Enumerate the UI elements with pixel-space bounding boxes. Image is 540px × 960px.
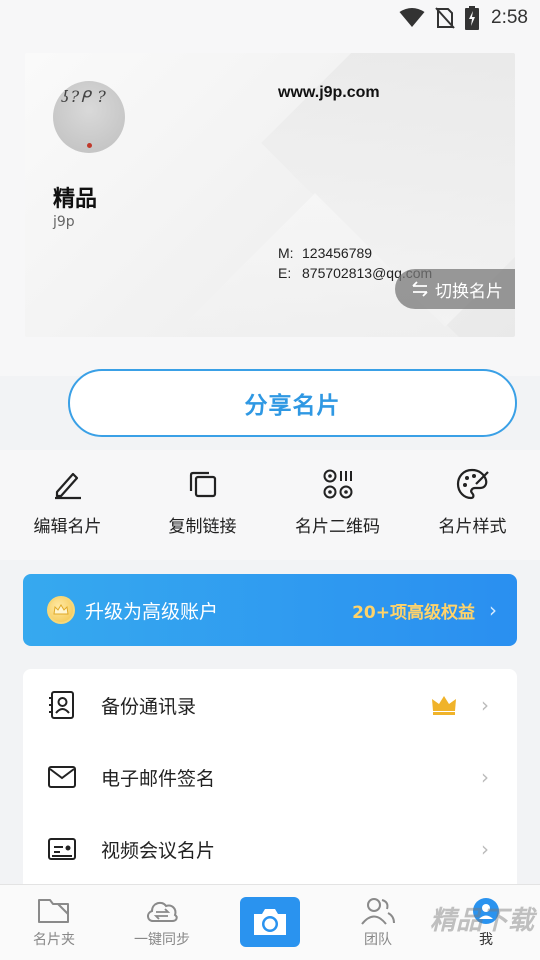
- avatar[interactable]: ʖ?ᑭ ?: [53, 81, 125, 153]
- palette-icon: [456, 468, 489, 500]
- chevron-right-icon: ›: [489, 598, 497, 622]
- tab-card-holder[interactable]: 名片夹: [0, 885, 108, 960]
- qr-code-icon: [323, 469, 352, 499]
- edit-card-action[interactable]: 编辑名片: [0, 462, 135, 552]
- wifi-icon: [399, 8, 425, 27]
- backup-contacts-label: 备份通讯录: [101, 695, 197, 718]
- mail-icon: [48, 766, 76, 788]
- watermark: 精品下载: [429, 906, 534, 936]
- crown-icon: [432, 696, 456, 715]
- upgrade-title: 升级为高级账户: [85, 600, 219, 623]
- edit-card-label: 编辑名片: [33, 517, 102, 537]
- video-card-label: 视频会议名片: [101, 839, 216, 862]
- chevron-right-icon: ›: [481, 765, 489, 789]
- folder-icon: [38, 899, 69, 923]
- swap-icon: [412, 281, 428, 297]
- chevron-right-icon: ›: [481, 693, 489, 717]
- share-card-button[interactable]: 分享名片: [68, 369, 517, 437]
- team-icon: [361, 898, 395, 925]
- switch-card-label: 切换名片: [435, 281, 503, 302]
- cloud-sync-icon: [147, 901, 178, 922]
- tab-card-holder-label: 名片夹: [33, 932, 75, 948]
- settings-list: 备份通讯录 › 电子邮件签名 › 视频会议名片 ›: [23, 669, 517, 899]
- business-card[interactable]: ʖ?ᑭ ? 精品 j9p www.j9p.com M: 123456789 E: 8…: [25, 53, 515, 337]
- tab-camera[interactable]: [216, 885, 324, 960]
- switch-card-button[interactable]: 切换名片: [395, 269, 515, 309]
- card-style-label: 名片样式: [438, 517, 507, 537]
- status-bar: 2:58: [0, 0, 540, 36]
- copy-link-action[interactable]: 复制链接: [135, 462, 270, 552]
- upgrade-benefit: 20+项高级权益: [352, 602, 475, 623]
- copy-link-label: 复制链接: [168, 517, 237, 537]
- list-item-backup-contacts[interactable]: 备份通讯录 ›: [23, 669, 517, 741]
- camera-icon: [254, 909, 286, 935]
- contacts-backup-icon: [49, 691, 74, 719]
- chevron-right-icon: ›: [481, 837, 489, 861]
- qr-code-action[interactable]: 名片二维码: [270, 462, 405, 552]
- upgrade-banner[interactable]: 升级为高级账户 20+项高级权益 ›: [23, 574, 517, 646]
- qr-code-label: 名片二维码: [295, 517, 380, 537]
- no-sim-icon: [435, 7, 455, 29]
- tab-team-label: 团队: [364, 932, 392, 948]
- list-item-video-card[interactable]: 视频会议名片 ›: [23, 813, 517, 885]
- battery-charging-icon: [465, 6, 480, 30]
- status-time: 2:58: [491, 7, 528, 28]
- card-company: j9p: [53, 214, 75, 230]
- card-mobile-line: M: 123456789: [278, 243, 432, 263]
- email-label: E:: [278, 265, 292, 281]
- tab-sync[interactable]: 一键同步: [108, 885, 216, 960]
- camera-button[interactable]: [240, 897, 300, 947]
- list-item-email-signature[interactable]: 电子邮件签名 ›: [23, 741, 517, 813]
- card-style-action[interactable]: 名片样式: [405, 462, 540, 552]
- tab-team[interactable]: 团队: [324, 885, 432, 960]
- card-mobile: 123456789: [302, 245, 373, 261]
- edit-pen-icon: [54, 472, 81, 500]
- mobile-label: M:: [278, 245, 294, 261]
- avatar-scribble: ʖ?ᑭ ?: [61, 87, 107, 106]
- tab-sync-label: 一键同步: [134, 932, 190, 948]
- card-name: 精品: [53, 187, 98, 212]
- card-website: www.j9p.com: [278, 84, 380, 101]
- video-card-icon: [48, 838, 76, 860]
- copy-icon: [189, 471, 216, 498]
- email-signature-label: 电子邮件签名: [101, 767, 216, 790]
- quick-actions: 编辑名片 复制链接 名片二维码 名片样式: [0, 462, 540, 552]
- vip-coin-icon: [47, 596, 75, 624]
- share-card-label: 分享名片: [244, 393, 341, 419]
- avatar-dot: [87, 143, 92, 148]
